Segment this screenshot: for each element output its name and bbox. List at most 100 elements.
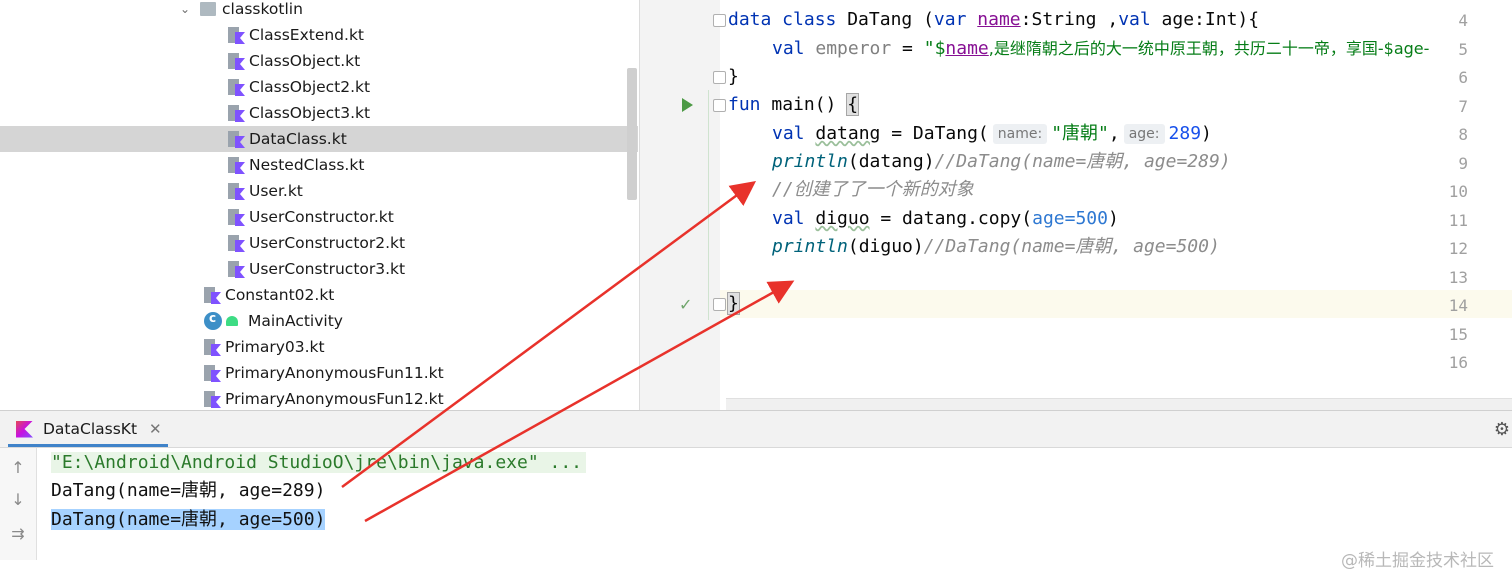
tree-file-label: MainActivity (248, 312, 343, 330)
tree-file-item[interactable]: UserConstructor3.kt (0, 256, 638, 282)
android-icon (226, 316, 238, 326)
tree-file-label: User.kt (249, 182, 303, 200)
tree-file-item[interactable]: NestedClass.kt (0, 152, 638, 178)
project-tree-panel: ⌄ classkotlin ClassExtend.kt ClassObject.… (0, 0, 640, 410)
kotlin-file-icon (204, 390, 221, 408)
tree-file-label: NestedClass.kt (249, 156, 365, 174)
kotlin-file-icon (228, 260, 245, 278)
kotlin-icon (16, 420, 33, 438)
tree-file-label: Constant02.kt (225, 286, 335, 304)
line-number: 13 (1448, 267, 1468, 287)
line-number: 15 (1448, 324, 1468, 344)
active-tab-indicator (8, 444, 168, 447)
tree-file-label: UserConstructor.kt (249, 208, 394, 226)
code-line-10: //创建了了一个新的对象 (772, 179, 974, 200)
kotlin-file-icon (204, 364, 221, 382)
kotlin-file-icon (228, 234, 245, 252)
tree-file-label: ClassObject.kt (249, 52, 361, 70)
kotlin-file-icon (228, 208, 245, 226)
kotlin-file-icon (228, 104, 245, 122)
code-line-12: println(diguo)//DaTang(name=唐朝, age=500) (772, 236, 1220, 257)
kotlin-file-icon (228, 182, 245, 200)
tree-file-item[interactable]: Constant02.kt (0, 282, 638, 308)
tree-file-item[interactable]: MainActivity (0, 308, 638, 334)
tree-file-label: PrimaryAnonymousFun11.kt (225, 364, 444, 382)
code-line-5: val emperor = "$name,是继隋朝之后的大一统中原王朝，共历二十… (772, 38, 1430, 59)
console-output-1: DaTang(name=唐朝, age=289) (51, 480, 326, 501)
arrow-down-icon[interactable]: ↓ (8, 490, 28, 509)
run-panel: DataClassKt ✕ ⚙ ↑ ↓ ⇉ "E:\Android\Androi… (0, 410, 1512, 571)
code-line-7: fun main() { (728, 93, 860, 116)
line-number: 12 (1448, 239, 1468, 258)
code-line-4: data class DaTang (var name:String ,val … (728, 9, 1260, 30)
kotlin-file-icon (228, 52, 245, 70)
editor-horizontal-scrollbar[interactable] (726, 398, 1512, 410)
tree-file-item[interactable]: Primary03.kt (0, 334, 638, 360)
run-tab-label: DataClassKt (43, 420, 138, 438)
console-output-2: DaTang(name=唐朝, age=500) (51, 509, 326, 530)
tree-file-label: Primary03.kt (225, 338, 325, 356)
tree-file-item[interactable]: PrimaryAnonymousFun11.kt (0, 360, 638, 386)
code-line-14: } (727, 292, 740, 315)
line-number: 16 (1448, 353, 1468, 372)
kotlin-file-icon (204, 286, 221, 304)
tree-file-label: DataClass.kt (249, 130, 347, 148)
folder-icon (200, 2, 216, 16)
kotlin-file-icon (204, 338, 221, 356)
line-number: 14 (1448, 296, 1468, 315)
folder-label: classkotlin (222, 0, 303, 18)
tree-file-item[interactable]: UserConstructor.kt (0, 204, 638, 230)
tree-file-item[interactable]: PrimaryAnonymousFun12.kt (0, 386, 638, 410)
line-number: 7 (1458, 96, 1468, 116)
run-tab-bar: DataClassKt ✕ ⚙ (0, 411, 1512, 448)
run-gutter-icon[interactable] (682, 98, 693, 112)
check-icon: ✓ (679, 295, 693, 314)
current-line-highlight (720, 290, 1512, 318)
code-line-9: println(datang)//DaTang(name=唐朝, age=289… (772, 151, 1231, 172)
tree-scrollbar[interactable] (627, 68, 637, 200)
tree-folder-classkotlin[interactable]: ⌄ classkotlin (0, 0, 638, 22)
tree-file-item[interactable]: ClassObject.kt (0, 48, 638, 74)
tree-file-item[interactable]: UserConstructor2.kt (0, 230, 638, 256)
fold-icon[interactable] (713, 99, 726, 112)
tree-file-label: ClassObject2.kt (249, 78, 371, 96)
code-line-6: } (728, 66, 739, 87)
tree-file-item[interactable]: ClassObject3.kt (0, 100, 638, 126)
gutter-scope-line (708, 90, 709, 320)
line-number: 6 (1458, 68, 1468, 87)
soft-wrap-icon[interactable]: ⇉ (8, 524, 28, 543)
tree-file-item[interactable]: User.kt (0, 178, 638, 204)
line-number: 4 (1458, 11, 1468, 30)
chevron-down-icon[interactable]: ⌄ (178, 2, 192, 16)
fold-icon[interactable] (713, 14, 726, 27)
kotlin-file-icon (228, 130, 245, 148)
code-editor[interactable]: 4 5 6 7 8 9 10 11 12 13 14 15 16 ✓ data class DaTang… (640, 0, 1512, 410)
code-line-11: val diguo = datang.copy(age=500) (772, 208, 1119, 229)
gear-icon[interactable]: ⚙ (1494, 419, 1510, 440)
run-toolbar: ↑ ↓ ⇉ (0, 448, 37, 560)
tree-file-item[interactable]: DataClass.kt (0, 126, 638, 152)
console-command-line: "E:\Android\Android StudioO\jre\bin\java… (51, 449, 587, 477)
arrow-up-icon[interactable]: ↑ (8, 458, 28, 477)
tree-file-item[interactable]: ClassObject2.kt (0, 74, 638, 100)
close-icon[interactable]: ✕ (149, 420, 162, 438)
param-hint-age: age: (1123, 124, 1165, 144)
activity-class-icon (204, 311, 222, 330)
line-number: 5 (1458, 39, 1468, 59)
code-line-8: val datang = DaTang(name: "唐朝", age: 289) (772, 123, 1212, 144)
kotlin-file-icon (228, 78, 245, 96)
line-number: 10 (1448, 182, 1468, 201)
tree-file-label: ClassExtend.kt (249, 26, 365, 44)
line-number: 9 (1458, 153, 1468, 173)
tree-file-label: UserConstructor3.kt (249, 260, 406, 278)
tree-file-item[interactable]: ClassExtend.kt (0, 22, 638, 48)
tree-file-label: ClassObject3.kt (249, 104, 371, 122)
tree-file-label: PrimaryAnonymousFun12.kt (225, 390, 444, 408)
fold-icon[interactable] (713, 298, 726, 311)
kotlin-file-icon (228, 156, 245, 174)
kotlin-file-icon (228, 26, 245, 44)
line-number: 11 (1448, 210, 1468, 230)
fold-icon[interactable] (713, 71, 726, 84)
param-hint-name: name: (992, 124, 1048, 144)
run-tab-dataclasskt[interactable]: DataClassKt ✕ (16, 411, 162, 447)
